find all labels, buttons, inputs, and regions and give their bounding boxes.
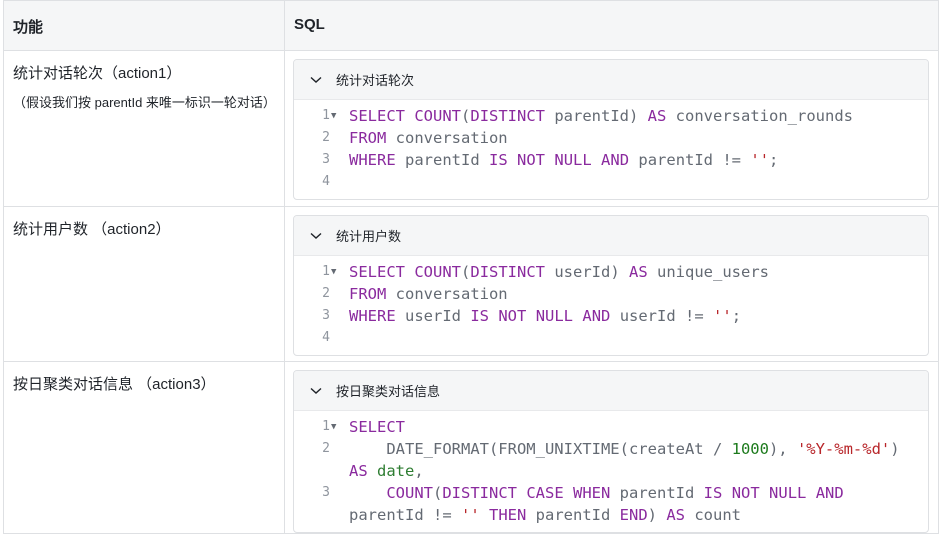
- feature-note: （假设我们按 parentId 来唯一标识一轮对话）: [13, 95, 276, 110]
- code-line: 2 DATE_FORMAT(FROM_UNIXTIME(createAt / 1…: [294, 438, 928, 482]
- code-body[interactable]: 1 ▼ SELECT COUNT(DISTINCT parentId) AS co…: [294, 100, 928, 199]
- line-number: 3: [322, 308, 330, 323]
- line-number: 1: [322, 108, 330, 123]
- code-line: 1 ▼ SELECT COUNT(DISTINCT parentId) AS co…: [294, 105, 928, 127]
- chevron-down-icon[interactable]: [308, 232, 324, 240]
- code-block-header[interactable]: 按日聚类对话信息: [294, 371, 928, 411]
- line-number: 4: [322, 330, 330, 345]
- chevron-down-icon[interactable]: [308, 387, 324, 395]
- chevron-down-icon[interactable]: [308, 76, 324, 84]
- table-row: 统计用户数 （action2） 统计用户数 1 ▼ SELECT COUNT(DI…: [3, 206, 939, 362]
- header-sql: SQL: [284, 0, 939, 51]
- code-line: 3 WHERE parentId IS NOT NULL AND parentI…: [294, 149, 928, 171]
- feature-title: 统计对话轮次（action1）: [13, 65, 182, 82]
- feature-cell: 按日聚类对话信息 （action3）: [3, 361, 285, 534]
- line-number: 2: [322, 130, 330, 145]
- code-block: 按日聚类对话信息 1 ▼ SELECT 2 DATE_FORMAT(FROM_UN…: [293, 370, 929, 533]
- code-block: 统计对话轮次 1 ▼ SELECT COUNT(DISTINCT parentId…: [293, 59, 929, 200]
- fold-triangle-icon[interactable]: ▼: [331, 261, 336, 283]
- header-feature: 功能: [3, 0, 285, 51]
- code-body[interactable]: 1 ▼ SELECT COUNT(DISTINCT userId) AS uniq…: [294, 256, 928, 355]
- feature-cell: 统计用户数 （action2）: [3, 206, 285, 362]
- code-line: 3 COUNT(DISTINCT CASE WHEN parentId IS N…: [294, 482, 928, 526]
- code-body[interactable]: 1 ▼ SELECT 2 DATE_FORMAT(FROM_UNIXTIME(cr…: [294, 411, 928, 532]
- feature-title: 按日聚类对话信息 （action3）: [13, 376, 216, 393]
- table-row: 按日聚类对话信息 （action3） 按日聚类对话信息 1▼ SELECT 2: [3, 361, 939, 534]
- feature-title: 统计用户数 （action2）: [13, 221, 171, 238]
- line-number: 1: [322, 419, 330, 434]
- code-line: 2 FROM conversation: [294, 283, 928, 305]
- line-number: 1: [322, 264, 330, 279]
- feature-cell: 统计对话轮次（action1） （假设我们按 parentId 来唯一标识一轮对…: [3, 50, 285, 207]
- line-number: 2: [322, 286, 330, 301]
- line-number: 4: [322, 174, 330, 189]
- fold-triangle-icon[interactable]: ▼: [331, 416, 336, 438]
- code-line: 4: [294, 171, 928, 193]
- sql-cell: 统计对话轮次 1 ▼ SELECT COUNT(DISTINCT parentId…: [284, 50, 939, 207]
- code-line: 2 FROM conversation: [294, 127, 928, 149]
- sql-cell: 统计用户数 1 ▼ SELECT COUNT(DISTINCT userId) A…: [284, 206, 939, 362]
- line-number: 2: [322, 441, 330, 456]
- fold-triangle-icon[interactable]: ▼: [331, 105, 336, 127]
- code-line: 3 WHERE userId IS NOT NULL AND userId !=…: [294, 305, 928, 327]
- table-row: 统计对话轮次（action1） （假设我们按 parentId 来唯一标识一轮对…: [3, 50, 939, 207]
- line-number: 3: [322, 152, 330, 167]
- sql-cell: 按日聚类对话信息 1 ▼ SELECT 2 DATE_FORMAT(FROM_UN…: [284, 361, 939, 534]
- line-number: 3: [322, 485, 330, 500]
- code-block: 统计用户数 1 ▼ SELECT COUNT(DISTINCT userId) A…: [293, 215, 929, 356]
- code-block-header[interactable]: 统计用户数: [294, 216, 928, 256]
- code-block-header[interactable]: 统计对话轮次: [294, 60, 928, 100]
- sql-table: 功能 SQL 统计对话轮次（action1） （假设我们按 parentId 来…: [3, 0, 939, 534]
- code-block-title: 按日聚类对话信息: [336, 384, 441, 399]
- code-block-title: 统计对话轮次: [336, 73, 415, 88]
- code-line: 4: [294, 327, 928, 349]
- code-block-title: 统计用户数: [336, 229, 402, 244]
- code-line: 1 ▼ SELECT COUNT(DISTINCT userId) AS uniq…: [294, 261, 928, 283]
- code-line: 1 ▼ SELECT: [294, 416, 928, 438]
- table-header-row: 功能 SQL: [3, 0, 939, 51]
